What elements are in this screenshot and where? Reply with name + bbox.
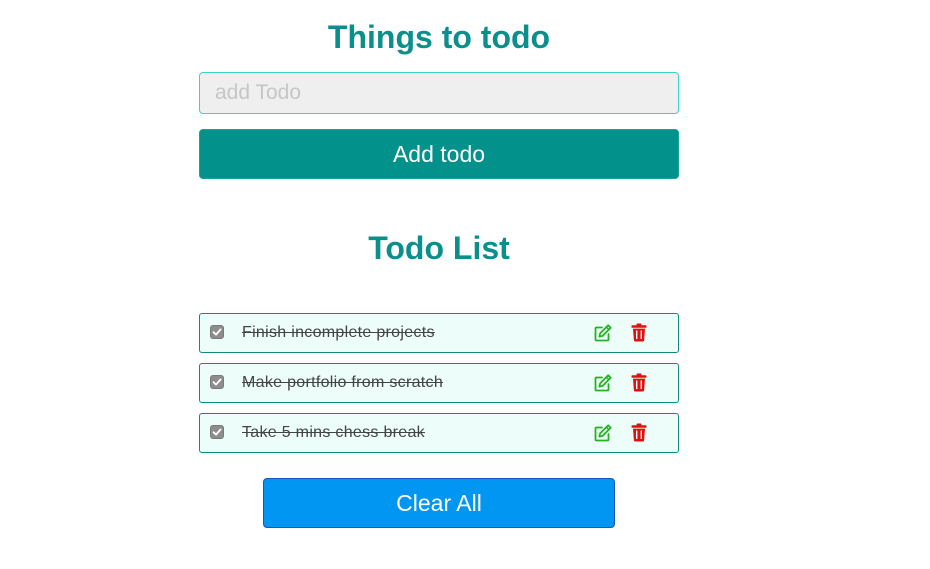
page-title: Things to todo: [327, 19, 551, 55]
checkmark-icon: [212, 428, 222, 436]
todo-text: Finish incomplete projects: [242, 324, 435, 341]
todo-app: Things to todo Add todo Todo List Finish…: [0, 0, 930, 569]
trash-icon[interactable]: [631, 373, 647, 392]
add-todo-button[interactable]: Add todo: [199, 129, 679, 179]
trash-icon[interactable]: [631, 423, 647, 442]
todo-list-title: Todo List: [368, 230, 510, 266]
edit-icon[interactable]: [593, 423, 613, 443]
checkmark-icon: [212, 378, 222, 386]
edit-icon[interactable]: [593, 373, 613, 393]
todo-list: Finish incomplete projects Make portfoli…: [199, 313, 679, 463]
todo-checkbox[interactable]: [210, 325, 224, 339]
todo-text: Make portfolio from scratch: [242, 374, 444, 391]
todo-item: Make portfolio from scratch: [199, 363, 679, 403]
todo-item: Take 5 mins chess break: [199, 413, 679, 453]
todo-item: Finish incomplete projects: [199, 313, 679, 353]
todo-checkbox[interactable]: [210, 425, 224, 439]
todo-text: Take 5 mins chess break: [242, 424, 425, 441]
edit-icon[interactable]: [593, 323, 613, 343]
checkmark-icon: [212, 328, 222, 336]
clear-all-button[interactable]: Clear All: [263, 478, 615, 528]
add-todo-input[interactable]: [199, 72, 679, 114]
todo-checkbox[interactable]: [210, 375, 224, 389]
trash-icon[interactable]: [631, 323, 647, 342]
